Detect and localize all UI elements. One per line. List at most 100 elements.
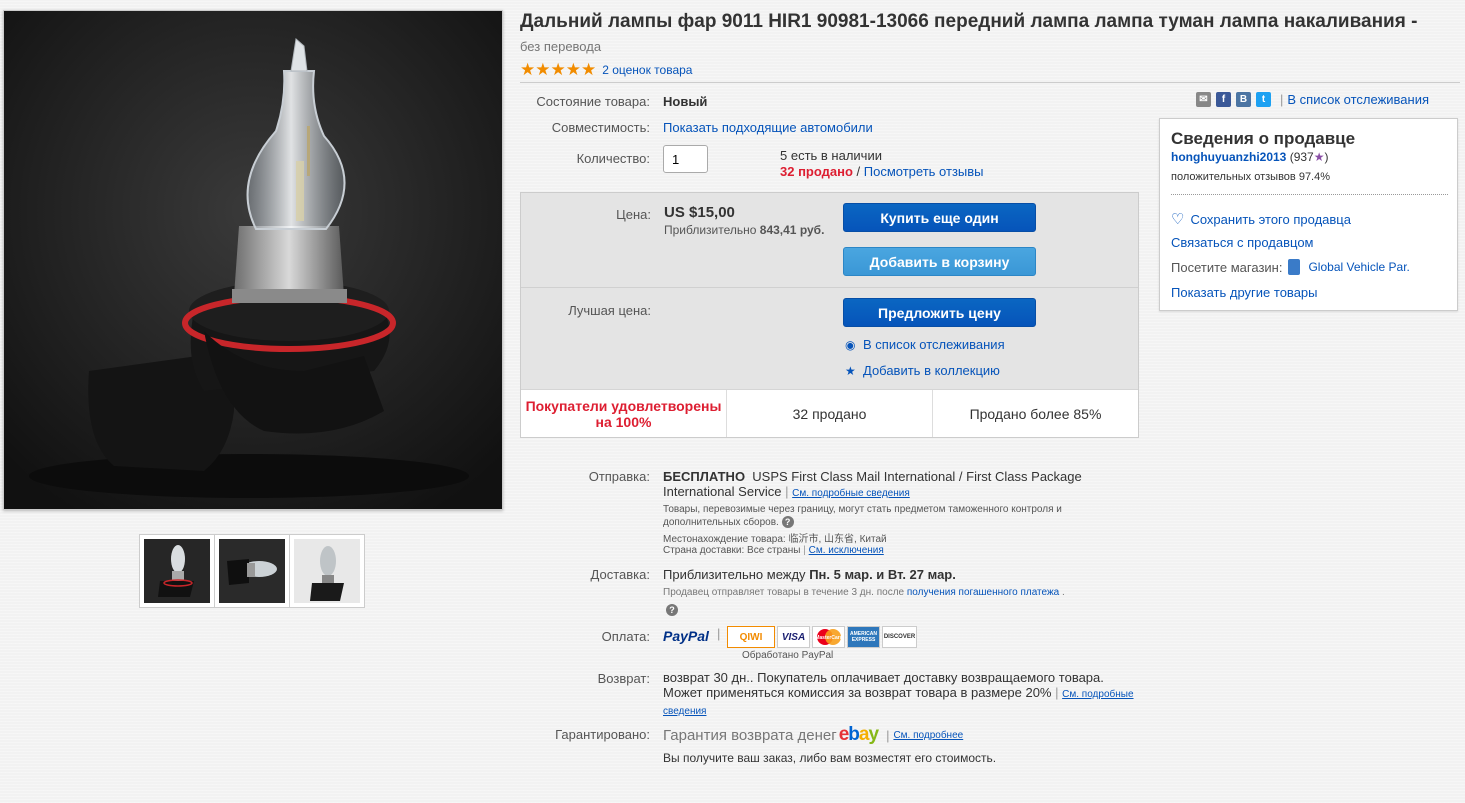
product-title: Дальний лампы фар 9011 HIR1 90981-13066 … — [520, 10, 1420, 59]
amex-logo: AMERICAN EXPRESS — [847, 626, 880, 648]
twitter-share-icon[interactable]: t — [1256, 92, 1271, 107]
buy-box-divider — [521, 287, 1138, 288]
returns-text: возврат 30 дн.. Покупатель оплачивает до… — [663, 670, 1104, 700]
ship-to-value: Все страны — [747, 545, 801, 556]
make-offer-button[interactable]: Предложить цену — [843, 298, 1036, 327]
buy-box: Цена: US $15,00 Приблизительно 843,41 ру… — [520, 192, 1139, 438]
star-rating-icon: ★★★★★ — [520, 60, 597, 79]
location-value: 临沂市, 山东省, Китай — [788, 534, 887, 545]
satisfaction-stat: Покупатели удовлетворены на 100% — [521, 390, 727, 437]
thumbnail-1[interactable] — [139, 534, 215, 608]
store-icon — [1288, 259, 1301, 275]
rating-row: ★★★★★ 2 оценок товара — [520, 60, 692, 79]
add-to-cart-button[interactable]: Добавить в корзину — [843, 247, 1036, 276]
facebook-share-icon[interactable]: f — [1216, 92, 1231, 107]
condition-label: Состояние товара: — [536, 94, 650, 109]
seller-divider — [1171, 194, 1448, 195]
ships-to: Страна доставки: Все страны | См. исключ… — [663, 545, 884, 556]
returns-label: Возврат: — [597, 671, 650, 686]
money-back-guarantee: Гарантия возврата денег ebay | См. подро… — [663, 724, 964, 745]
paypal-logo: PayPal — [663, 628, 709, 644]
vk-share-icon[interactable]: B — [1236, 92, 1251, 107]
help-icon[interactable]: ? — [666, 604, 678, 616]
qiwi-logo: QIWI — [727, 626, 775, 648]
payment-label: Оплата: — [601, 629, 650, 644]
sold-reviews-line: 32 продано / Посмотреть отзывы — [780, 164, 984, 179]
price-value: US $15,00 — [664, 204, 735, 221]
thumbnail-3[interactable] — [289, 534, 365, 608]
save-seller-row[interactable]: ♡ Сохранить этого продавца — [1171, 210, 1351, 228]
help-icon[interactable]: ? — [781, 516, 794, 528]
stats-row: Покупатели удовлетворены на 100% 32 прод… — [521, 389, 1138, 437]
compatible-vehicles-link[interactable]: Показать подходящие автомобили — [663, 120, 873, 135]
bulb-thumb-icon — [294, 539, 360, 603]
visa-logo: VISA — [777, 626, 810, 648]
seller-name-link[interactable]: honghuyuanzhi2013 — [1171, 150, 1286, 164]
dispatch-note-text: Продавец отправляет товары в течение 3 д… — [663, 587, 905, 598]
main-product-image[interactable] — [3, 10, 503, 510]
delivery-prefix: Приблизительно между — [663, 567, 806, 582]
shipping-label: Отправка: — [588, 469, 650, 484]
heart-icon: ♡ — [1171, 211, 1185, 228]
compatibility-label: Совместимость: — [551, 120, 650, 135]
quantity-label: Количество: — [576, 151, 650, 166]
visit-store-label: Посетите магазин: — [1171, 259, 1283, 275]
title-divider — [520, 82, 1460, 83]
headlight-bulb-photo — [4, 11, 502, 509]
product-title-text: Дальний лампы фар 9011 HIR1 90981-13066 … — [520, 11, 1418, 32]
returns-info: возврат 30 дн.. Покупатель оплачивает до… — [663, 670, 1134, 717]
buy-now-button[interactable]: Купить еще один — [843, 203, 1036, 232]
collection-link-label[interactable]: Добавить в коллекцию — [863, 363, 1000, 378]
sold-count: 32 продано — [780, 164, 853, 179]
feedback-star-icon: ★ — [1313, 150, 1325, 164]
separator: / — [852, 164, 864, 179]
approx-price: Приблизительно 843,41 руб. — [664, 223, 824, 237]
watchlist-link-label[interactable]: В список отслеживания — [863, 337, 1005, 352]
delivery-label: Доставка: — [590, 567, 650, 582]
ship-to-label: Страна доставки: — [663, 545, 745, 556]
view-reviews-link[interactable]: Посмотреть отзывы — [864, 164, 984, 179]
item-location: Местонахождение товара: 临沂市, 山东省, Китай — [663, 530, 887, 545]
condition-value: Новый — [663, 94, 708, 109]
mastercard-circles-icon: MasterCard — [815, 629, 843, 645]
dispatch-note: Продавец отправляет товары в течение 3 д… — [663, 587, 1065, 598]
other-items-link[interactable]: Показать другие товары — [1171, 285, 1318, 300]
discover-logo: DISCOVER — [882, 626, 917, 648]
contact-seller-link[interactable]: Связаться с продавцом — [1171, 235, 1314, 250]
store-link[interactable]: Global Vehicle Par. — [1308, 260, 1409, 274]
best-offer-label: Лучшая цена: — [568, 303, 651, 318]
visit-store-row: Посетите магазин: Global Vehicle Par. — [1171, 259, 1410, 275]
ratings-link[interactable]: 2 оценок товара — [602, 63, 692, 77]
guarantee-more-link[interactable]: См. подробнее — [893, 730, 963, 741]
seller-heading: Сведения о продавце — [1171, 129, 1356, 148]
quantity-input[interactable] — [663, 145, 708, 173]
seller-name-row: honghuyuanzhi2013 (937★) — [1171, 150, 1329, 164]
ebay-logo: ebay — [838, 724, 879, 745]
star-icon: ★ — [845, 363, 856, 378]
thumbnail-2[interactable] — [214, 534, 290, 608]
mastercard-logo: MasterCard — [812, 626, 845, 648]
exclusions-link[interactable]: См. исключения — [809, 545, 884, 556]
mastercard-text: MasterCard — [815, 635, 843, 641]
add-to-watchlist-link[interactable]: ◉ В список отслеживания — [845, 337, 1005, 352]
seller-feedback: положительных отзывов 97.4% — [1171, 171, 1331, 183]
shipping-details-link[interactable]: См. подробные сведения — [792, 488, 910, 499]
seller-info-panel: Сведения о продавце honghuyuanzhi2013 (9… — [1159, 118, 1458, 311]
email-share-icon[interactable]: ✉ — [1196, 92, 1211, 107]
save-seller-link[interactable]: Сохранить этого продавца — [1190, 212, 1351, 227]
seller-score-end: ) — [1324, 150, 1329, 164]
location-label: Местонахождение товара: — [663, 534, 786, 545]
price-label: Цена: — [616, 207, 651, 222]
delivery-dates: Пн. 5 мар. и Вт. 27 мар. — [809, 567, 956, 582]
seller-score: (937 — [1289, 150, 1314, 164]
processed-by-paypal: Обработано PayPal — [742, 650, 834, 661]
seller-watchlist-link[interactable]: В список отслеживания — [1287, 92, 1429, 107]
sold-over-stat: Продано более 85% — [969, 405, 1102, 422]
payment-cleared-link[interactable]: получения погашенного платежа — [907, 587, 1059, 598]
bulb-thumb-icon — [144, 539, 210, 603]
approx-prefix: Приблизительно — [664, 223, 757, 237]
dispatch-note-end: . — [1062, 587, 1065, 598]
add-to-collection-link[interactable]: ★ Добавить в коллекцию — [845, 363, 1000, 378]
customs-note-text: Товары, перевозимые через границу, могут… — [663, 504, 1062, 528]
title-translation-note: без перевода — [520, 39, 602, 54]
